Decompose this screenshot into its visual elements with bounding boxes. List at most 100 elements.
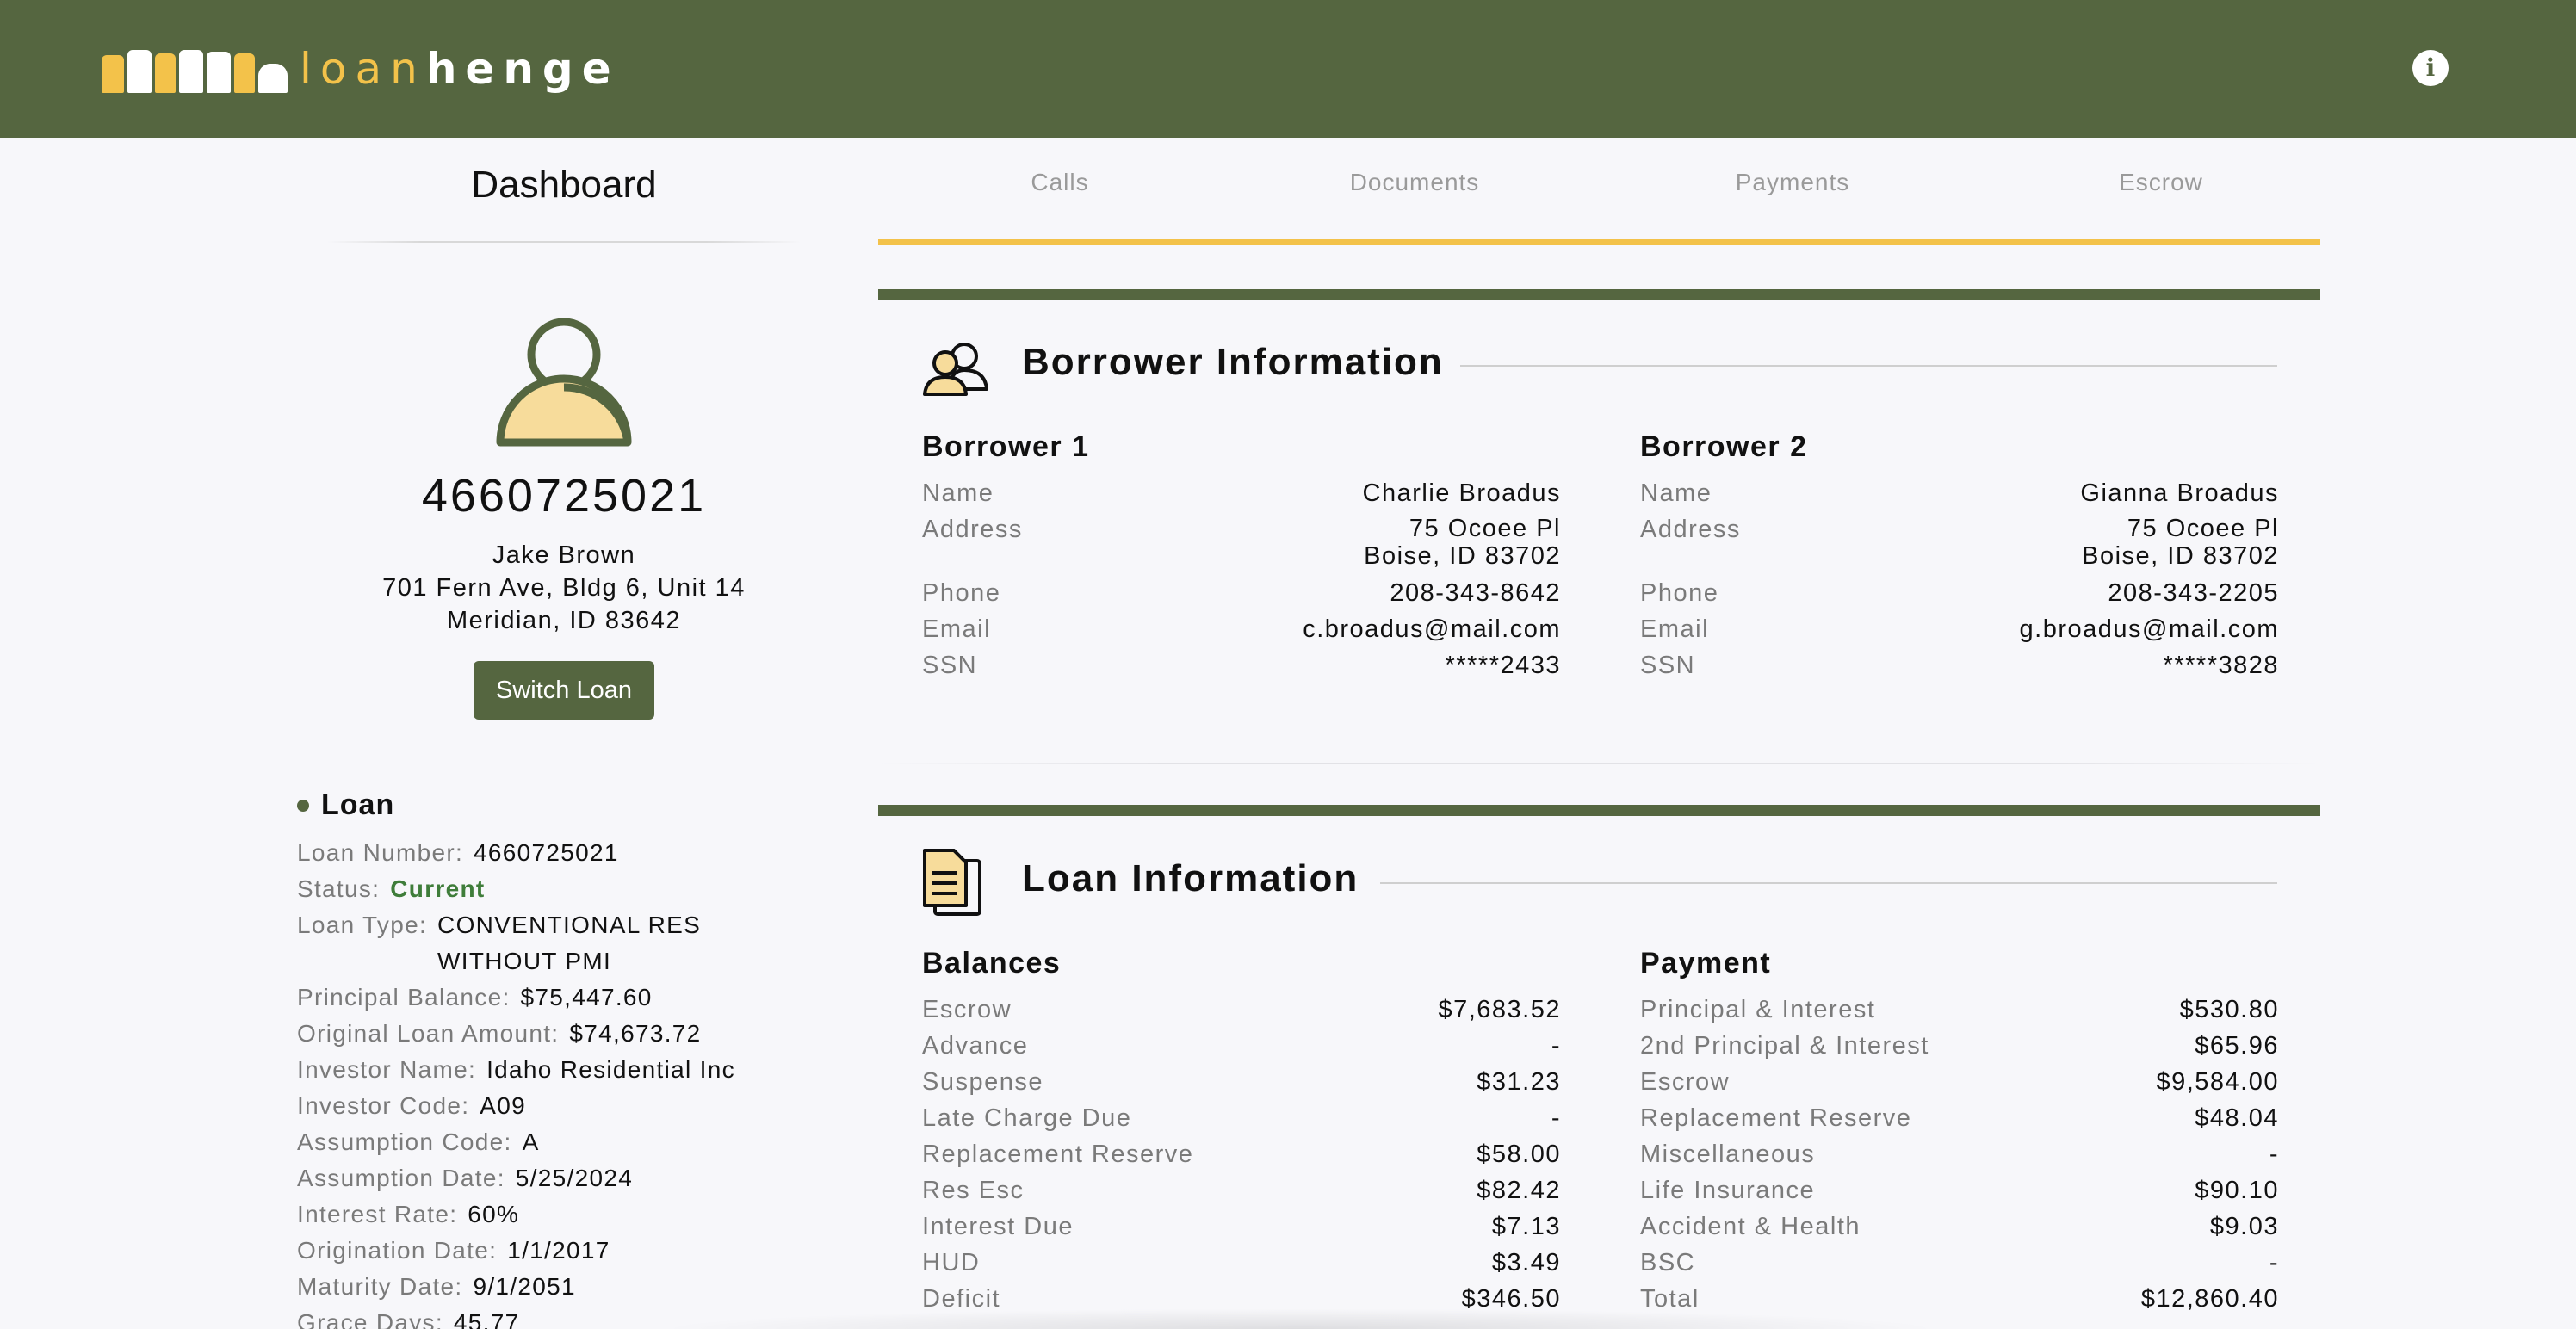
bullet-dot bbox=[297, 799, 309, 812]
loan-field-value: 4660725021 bbox=[474, 839, 619, 866]
loan-field-label: Origination Date: bbox=[297, 1237, 498, 1264]
loan-field-value: CONVENTIONAL RES WITHOUT PMI bbox=[437, 912, 702, 974]
balance-row: Replacement Reserve $58.00 bbox=[922, 1136, 1561, 1172]
borrower-row: Name Charlie Broadus bbox=[922, 475, 1561, 511]
loan-field-label: Interest Rate: bbox=[297, 1201, 458, 1227]
balance-value: $82.42 bbox=[1477, 1177, 1561, 1204]
payment-row: Replacement Reserve $48.04 bbox=[1640, 1100, 2279, 1136]
tab-calls[interactable]: Calls bbox=[931, 169, 1189, 196]
borrower-1-column: Borrower 1 Name Charlie Broadus Address 75… bbox=[922, 430, 1561, 683]
borrower-2-email: g.broadus@mail.com bbox=[2019, 615, 2279, 643]
loan-field-label: Principal Balance: bbox=[297, 984, 511, 1011]
loan-field-row: Origination Date: 1/1/2017 bbox=[297, 1233, 831, 1269]
balances-column: Balances Escrow $7,683.52 Advance - Suspen… bbox=[922, 947, 1561, 1317]
loan-field-row: Loan Type: CONVENTIONAL RES WITHOUT PMI bbox=[297, 907, 831, 980]
payment-label: Life Insurance bbox=[1640, 1177, 1816, 1204]
address-line-2: Boise, ID 83702 bbox=[2082, 542, 2279, 570]
tab-escrow[interactable]: Escrow bbox=[2032, 169, 2290, 196]
loan-field-row: Original Loan Amount: $74,673.72 bbox=[297, 1016, 831, 1052]
loan-field-row: Maturity Date: 9/1/2051 bbox=[297, 1269, 831, 1305]
loan-number-display: 4660725021 bbox=[421, 470, 707, 522]
payment-label: Replacement Reserve bbox=[1640, 1104, 1912, 1132]
payment-value: $90.10 bbox=[2195, 1177, 2279, 1204]
field-label: Email bbox=[1640, 615, 1710, 643]
loan-field-label: Assumption Code: bbox=[297, 1128, 512, 1155]
user-avatar-icon bbox=[496, 318, 632, 447]
payment-column: Payment Principal & Interest $530.80 2nd … bbox=[1640, 947, 2279, 1317]
balance-value: $7,683.52 bbox=[1438, 996, 1561, 1023]
balance-value: $31.23 bbox=[1477, 1068, 1561, 1096]
balance-row: HUD $3.49 bbox=[922, 1245, 1561, 1281]
loan-field-value: 60% bbox=[468, 1201, 520, 1227]
payment-row: Life Insurance $90.10 bbox=[1640, 1172, 2279, 1208]
payment-row: Escrow $9,584.00 bbox=[1640, 1064, 2279, 1100]
documents-icon bbox=[923, 849, 981, 916]
balance-value: $7.13 bbox=[1491, 1213, 1561, 1240]
field-label: Phone bbox=[922, 579, 1001, 607]
borrower-row: Phone 208-343-2205 bbox=[1640, 575, 2279, 611]
payment-row: Miscellaneous - bbox=[1640, 1136, 2279, 1172]
title-divider bbox=[327, 241, 801, 243]
payment-value: $9.03 bbox=[2209, 1213, 2279, 1240]
field-label: Name bbox=[1640, 479, 1712, 507]
address-line-2: Boise, ID 83702 bbox=[1364, 542, 1561, 570]
loan-field-row: Investor Name: Idaho Residential Inc bbox=[297, 1052, 831, 1088]
payment-row: Accident & Health $9.03 bbox=[1640, 1208, 2279, 1245]
info-icon[interactable]: i bbox=[2412, 50, 2449, 86]
field-label: SSN bbox=[1640, 652, 1696, 679]
payment-row: BSC - bbox=[1640, 1245, 2279, 1281]
loanhenge-logo[interactable]: loanhenge bbox=[102, 45, 620, 93]
balance-label: Advance bbox=[922, 1032, 1029, 1060]
stonehenge-logo-mark bbox=[102, 50, 288, 93]
card-divider bbox=[878, 763, 2320, 764]
owner-address-line-1: 701 Fern Ave, Bldg 6, Unit 14 bbox=[382, 574, 746, 602]
borrower-1-phone: 208-343-8642 bbox=[1390, 579, 1561, 607]
loan-title-rule bbox=[1380, 882, 2277, 884]
balance-label: HUD bbox=[922, 1249, 981, 1276]
payment-value: $65.96 bbox=[2195, 1032, 2279, 1060]
borrower-row: Email g.broadus@mail.com bbox=[1640, 611, 2279, 647]
loan-field-label: Investor Name: bbox=[297, 1056, 477, 1083]
tab-payments[interactable]: Payments bbox=[1663, 169, 1922, 196]
balance-label: Res Esc bbox=[922, 1177, 1025, 1204]
loan-field-row: Principal Balance: $75,447.60 bbox=[297, 980, 831, 1016]
balance-value: - bbox=[1551, 1104, 1561, 1132]
switch-loan-button[interactable]: Switch Loan bbox=[474, 661, 654, 720]
loan-field-value: A bbox=[522, 1128, 540, 1155]
borrower-2-ssn: *****3828 bbox=[2163, 652, 2279, 679]
borrower-row: SSN *****3828 bbox=[1640, 647, 2279, 683]
payment-value: $12,860.40 bbox=[2140, 1285, 2279, 1313]
payment-value: $530.80 bbox=[2179, 996, 2279, 1023]
top-bar: loanhenge i bbox=[0, 0, 2576, 138]
borrower-2-address: 75 Ocoee Pl Boise, ID 83702 bbox=[2082, 511, 2279, 575]
payment-value: $9,584.00 bbox=[2156, 1068, 2279, 1096]
payment-value: $48.04 bbox=[2195, 1104, 2279, 1132]
tab-underline bbox=[878, 239, 2320, 245]
borrower-row: SSN *****2433 bbox=[922, 647, 1561, 683]
balance-value: $58.00 bbox=[1477, 1140, 1561, 1168]
loan-field-value: 5/25/2024 bbox=[515, 1165, 634, 1191]
loan-field-row: Loan Number: 4660725021 bbox=[297, 835, 831, 871]
balance-row: Res Esc $82.42 bbox=[922, 1172, 1561, 1208]
payment-label: BSC bbox=[1640, 1249, 1696, 1276]
page-title: Dashboard bbox=[471, 164, 657, 206]
payment-label: 2nd Principal & Interest bbox=[1640, 1032, 1929, 1060]
owner-info: Jake Brown 701 Fern Ave, Bldg 6, Unit 14… bbox=[327, 539, 801, 637]
logo-wordmark: loanhenge bbox=[300, 45, 620, 93]
loan-field-value: 45.77 bbox=[453, 1309, 520, 1329]
field-label: Phone bbox=[1640, 579, 1719, 607]
address-line-1: 75 Ocoee Pl bbox=[2127, 515, 2279, 542]
loan-section-heading: Loan bbox=[297, 788, 394, 822]
loan-field-label: Original Loan Amount: bbox=[297, 1020, 560, 1047]
payment-row: Principal & Interest $530.80 bbox=[1640, 992, 2279, 1028]
status-value: Current bbox=[390, 875, 486, 902]
tab-documents[interactable]: Documents bbox=[1285, 169, 1544, 196]
balance-row: Escrow $7,683.52 bbox=[922, 992, 1561, 1028]
loan-field-row: Investor Code: A09 bbox=[297, 1088, 831, 1124]
logo-text-henge: henge bbox=[425, 44, 620, 94]
loan-field-label: Maturity Date: bbox=[297, 1273, 463, 1300]
payment-value: - bbox=[2269, 1249, 2279, 1276]
loan-field-row: Interest Rate: 60% bbox=[297, 1196, 831, 1233]
borrower-row: Address 75 Ocoee Pl Boise, ID 83702 bbox=[1640, 511, 2279, 575]
loan-field-row: Status: Current bbox=[297, 871, 831, 907]
